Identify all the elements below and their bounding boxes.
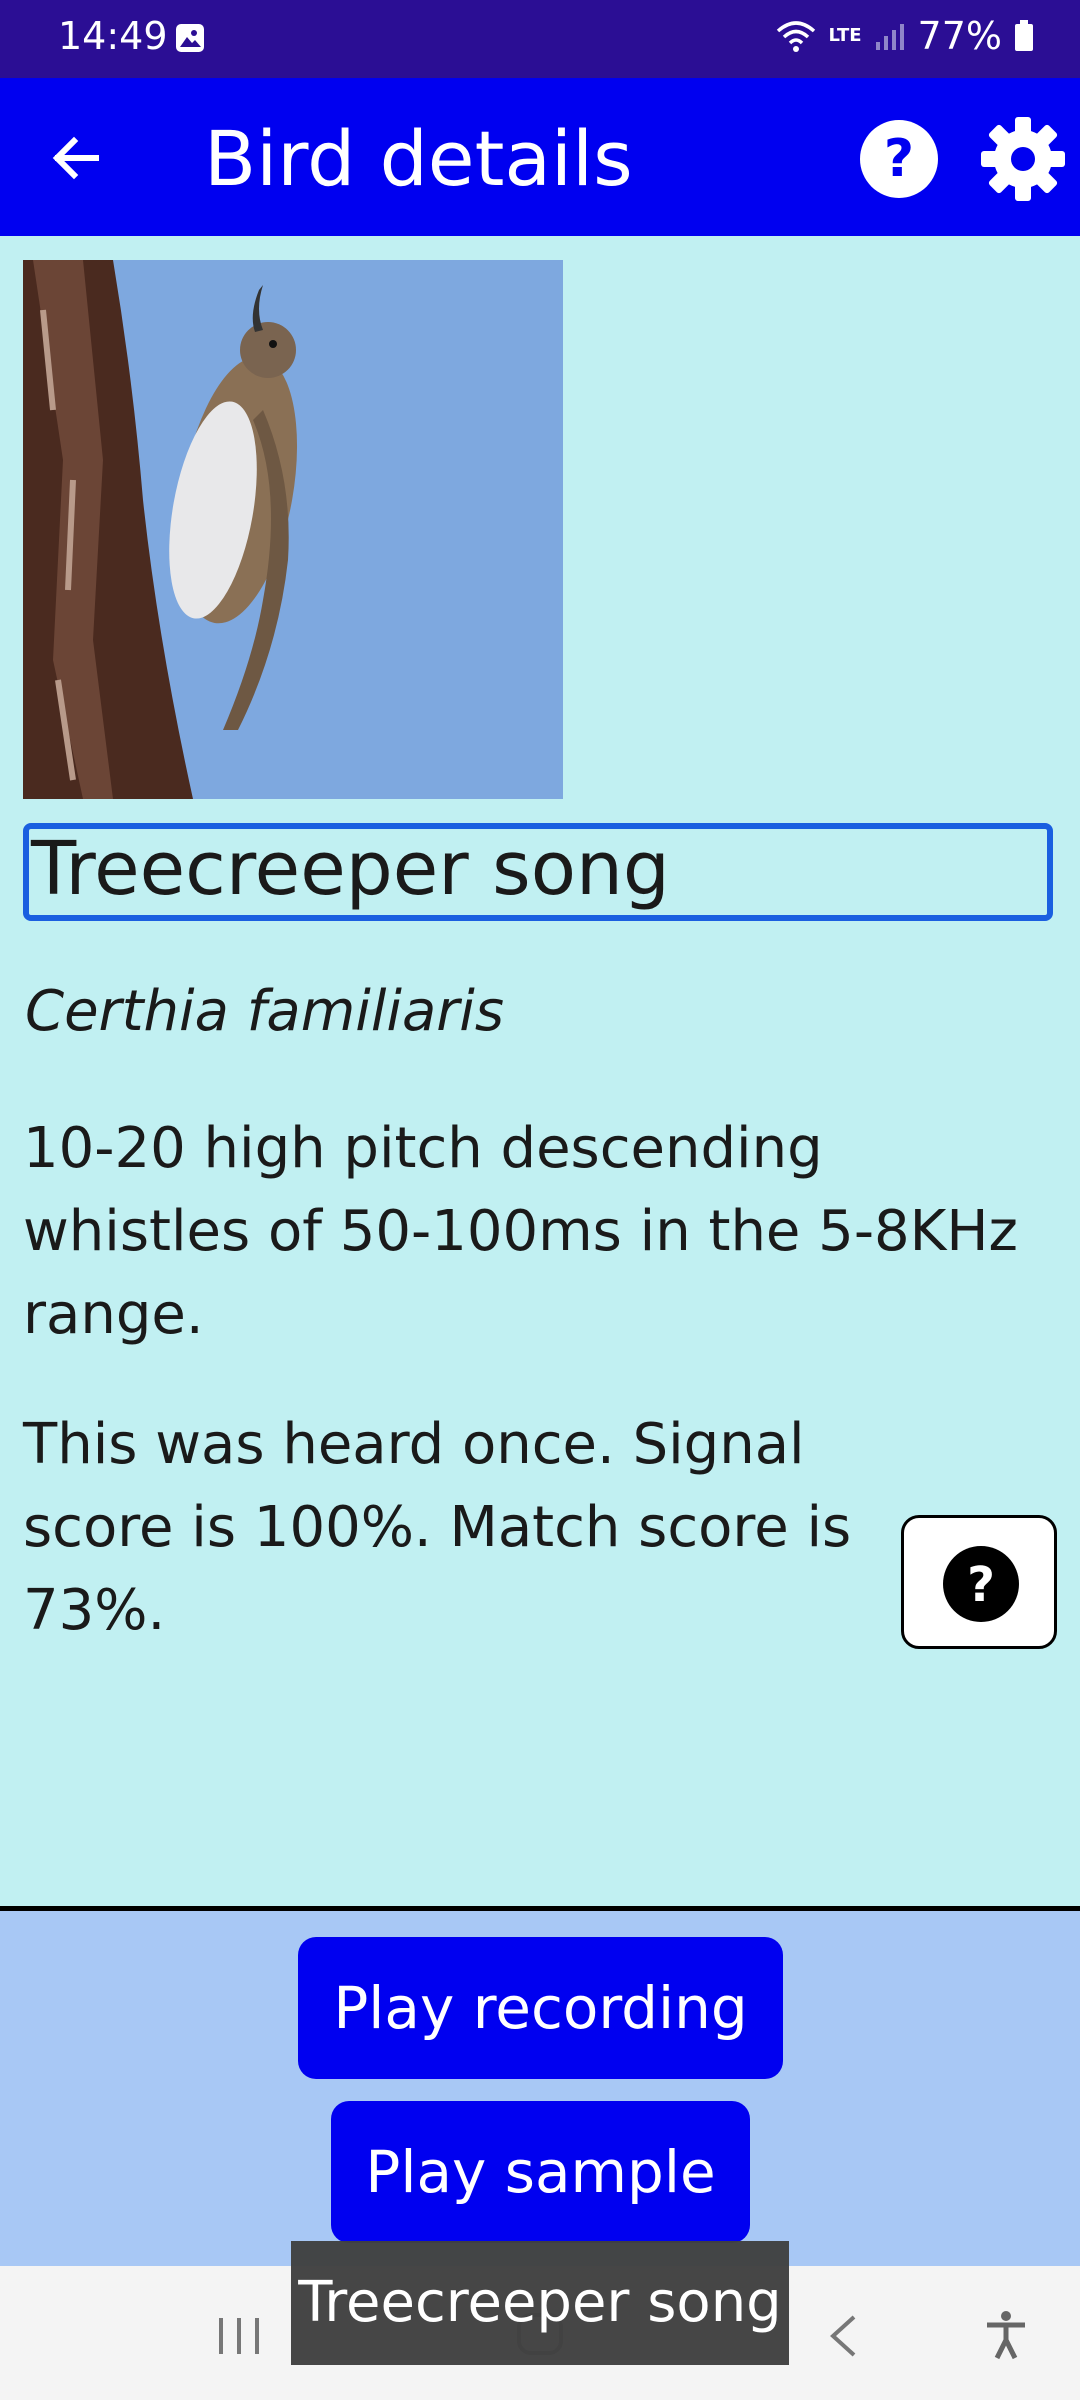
gear-icon[interactable] xyxy=(980,116,1066,202)
lte-label: LTE xyxy=(828,25,862,46)
nav-back-icon[interactable] xyxy=(826,2314,860,2358)
help-icon[interactable]: ? xyxy=(858,118,940,200)
recents-icon[interactable] xyxy=(216,2316,262,2356)
svg-text:?: ? xyxy=(967,1557,995,1613)
page-title: Bird details xyxy=(204,114,633,203)
toast-message: Treecreeper song xyxy=(291,2241,789,2365)
play-sample-button[interactable]: Play sample xyxy=(331,2101,750,2243)
latin-name: Certhia familiaris xyxy=(25,979,505,1044)
accessibility-icon[interactable] xyxy=(984,2310,1028,2360)
detection-stats: This was heard once. Signal score is 100… xyxy=(23,1412,852,1643)
status-bar: 14:49 LTE 77% xyxy=(0,0,1080,78)
bird-image xyxy=(23,260,563,799)
play-recording-button[interactable]: Play recording xyxy=(298,1937,783,2079)
app-bar: Bird details ? xyxy=(0,78,1080,236)
back-arrow-icon[interactable] xyxy=(46,128,106,188)
wifi-icon xyxy=(777,21,816,52)
status-icons: LTE 77% xyxy=(776,14,1034,58)
help-icon: ? xyxy=(943,1546,1019,1622)
gallery-icon xyxy=(176,24,204,52)
song-title-field[interactable]: Treecreeper song xyxy=(23,823,1053,921)
battery-percent: 77% xyxy=(917,14,1002,58)
status-time: 14:49 xyxy=(58,14,168,58)
stats-help-button[interactable]: ? xyxy=(901,1515,1057,1649)
signal-icon xyxy=(875,24,904,50)
bird-photo xyxy=(23,260,563,799)
song-description: 10-20 high pitch descending whistles of … xyxy=(23,1116,1018,1347)
svg-text:?: ? xyxy=(884,129,914,189)
battery-icon xyxy=(1015,20,1033,51)
